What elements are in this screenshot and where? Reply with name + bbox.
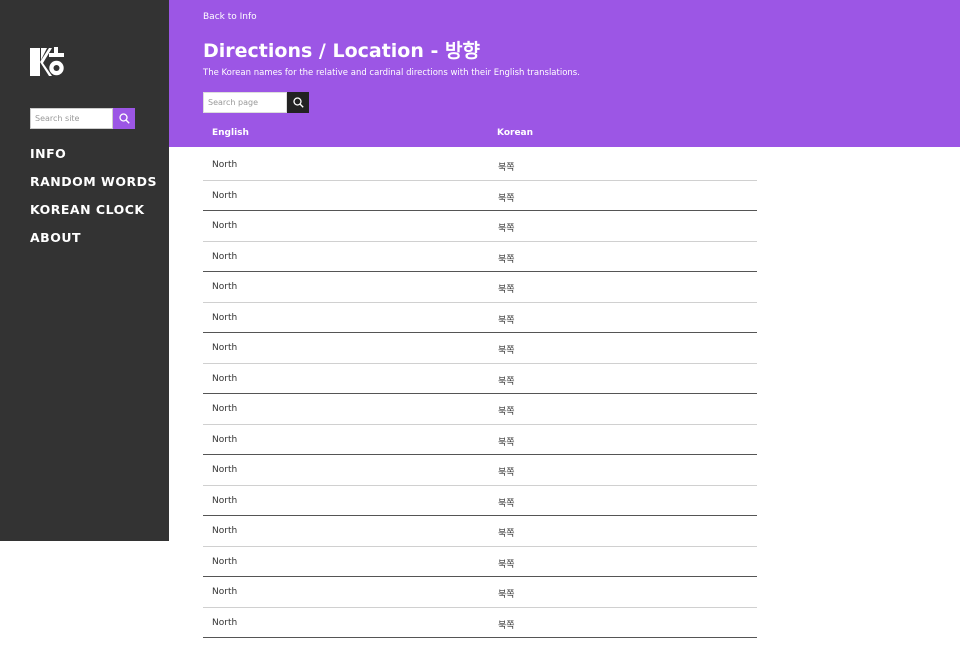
cell-korean: 북쪽 [498,163,515,173]
nav-item-about[interactable]: ABOUT [30,230,157,258]
table-row: North 북쪽 [203,425,757,455]
cell-korean: 북쪽 [498,498,515,509]
sidebar: INFO RANDOM WORDS KOREAN CLOCK ABOUT [0,0,169,541]
cell-korean: 북쪽 [498,407,515,417]
cell-korean: 북쪽 [498,529,515,539]
cell-english: North [212,373,238,384]
cell-english: North [212,617,238,628]
cell-korean: 북쪽 [498,346,515,356]
column-header-english: English [212,128,249,138]
page-search [203,92,309,113]
table-row: North 북쪽 [203,608,757,638]
site-search-button[interactable] [113,108,135,129]
cell-english: North [212,160,238,170]
site-search [30,108,135,129]
cell-korean: 북쪽 [498,559,515,570]
site-search-input[interactable] [30,108,113,129]
cell-english: North [212,190,238,201]
page-title: Directions / Location - 방향 [203,40,480,62]
cell-korean: 북쪽 [498,590,515,600]
search-icon [118,113,130,124]
table-row: North 북쪽 [203,516,757,547]
cell-english: North [212,587,238,597]
table-row: North 북쪽 [203,455,757,486]
main-nav: INFO RANDOM WORDS KOREAN CLOCK ABOUT [30,146,157,258]
nav-item-korean-clock[interactable]: KOREAN CLOCK [30,202,157,230]
cell-english: North [212,312,238,323]
table-row: North 북쪽 [203,394,757,425]
cell-korean: 북쪽 [498,193,515,204]
cell-korean: 북쪽 [498,285,515,295]
directions-table: North 북쪽 North 북쪽 North 북쪽 North 북쪽 North 북쪽 … [203,150,757,638]
cell-english: North [212,465,238,475]
cell-english: North [212,556,238,567]
cell-english: North [212,221,238,231]
table-row: North 북쪽 [203,486,757,516]
table-row: North 북쪽 [203,333,757,364]
page-header: Back to Info Directions / Location - 방향 … [169,0,960,147]
table-row: North 북쪽 [203,272,757,303]
table-row: North 북쪽 [203,211,757,242]
cell-english: North [212,434,238,445]
cell-english: North [212,404,238,414]
cell-english: North [212,526,238,536]
table-row: North 북쪽 [203,150,757,181]
nav-item-info[interactable]: INFO [30,146,157,174]
table-row: North 북쪽 [203,577,757,608]
table-row: North 북쪽 [203,303,757,333]
page-description: The Korean names for the relative and ca… [203,68,580,78]
table-row: North 북쪽 [203,547,757,577]
column-header-korean: Korean [497,128,534,138]
page-search-button[interactable] [287,92,309,113]
cell-english: North [212,343,238,353]
nav-item-random-words[interactable]: RANDOM WORDS [30,174,157,202]
cell-english: North [212,251,238,262]
cell-korean: 북쪽 [498,437,515,448]
cell-korean: 북쪽 [498,468,515,478]
back-link[interactable]: Back to Info [203,12,257,22]
cell-korean: 북쪽 [498,315,515,326]
cell-korean: 북쪽 [498,376,515,387]
cell-english: North [212,495,238,506]
table-row: North 북쪽 [203,242,757,272]
search-icon [292,97,304,108]
table-row: North 북쪽 [203,364,757,394]
site-logo[interactable] [30,47,66,78]
page-search-input[interactable] [203,92,287,113]
cell-korean: 북쪽 [498,254,515,265]
cell-english: North [212,282,238,292]
table-row: North 북쪽 [203,181,757,211]
cell-korean: 북쪽 [498,224,515,234]
cell-korean: 북쪽 [498,620,515,631]
